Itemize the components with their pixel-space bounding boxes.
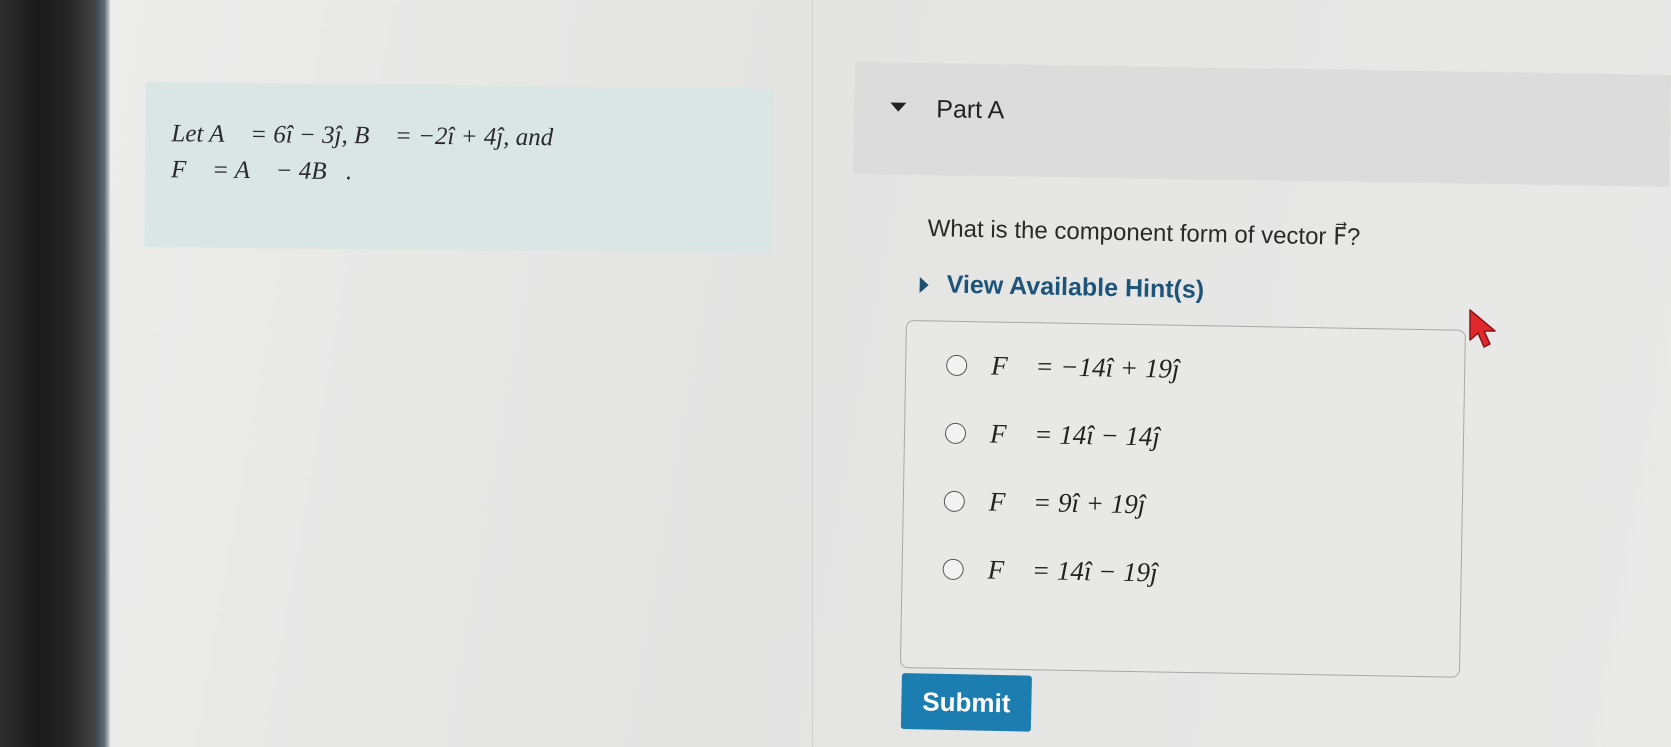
answer-options-box: F⃗ = −14î + 19ĵ F⃗ = 14î − 14ĵ F⃗ = 9î +… (899, 320, 1466, 678)
expand-triangle-icon (919, 276, 929, 293)
radio-button[interactable] (944, 422, 967, 445)
option-label: F⃗ = 9î + 19ĵ (988, 486, 1146, 520)
problem-line-2: F⃗ = A⃗ − 4B⃗. (170, 156, 353, 186)
collapse-triangle-icon[interactable] (890, 102, 907, 112)
option-3[interactable]: F⃗ = 9î + 19ĵ (943, 486, 1146, 521)
problem-statement: Let A⃗ = 6î − 3ĵ, B⃗ = −2î + 4ĵ, and F⃗ … (144, 82, 774, 254)
radio-button[interactable] (942, 558, 964, 581)
option-label: F⃗ = −14î + 19ĵ (990, 350, 1180, 384)
option-2[interactable]: F⃗ = 14î − 14ĵ (944, 418, 1161, 453)
radio-button[interactable] (946, 354, 968, 377)
part-a-header[interactable]: Part A (853, 62, 1671, 187)
option-label: F⃗ = 14î − 14ĵ (989, 418, 1161, 452)
hint-label[interactable]: View Available Hint(s) (946, 271, 1204, 305)
part-title: Part A (936, 95, 1005, 125)
option-1[interactable]: F⃗ = −14î + 19ĵ (946, 350, 1180, 385)
question-text: What is the component form of vector F⃗? (927, 214, 1361, 252)
monitor-bezel (0, 0, 96, 747)
option-label: F⃗ = 14î − 19ĵ (987, 554, 1158, 588)
view-hints-link[interactable]: View Available Hint(s) (919, 270, 1204, 305)
mouse-pointer-icon (1469, 309, 1496, 348)
column-divider (812, 0, 813, 747)
radio-button[interactable] (943, 490, 966, 513)
submit-button[interactable]: Submit (900, 673, 1032, 732)
option-4[interactable]: F⃗ = 14î − 19ĵ (942, 554, 1158, 589)
monitor-bezel-edge (96, 0, 110, 747)
